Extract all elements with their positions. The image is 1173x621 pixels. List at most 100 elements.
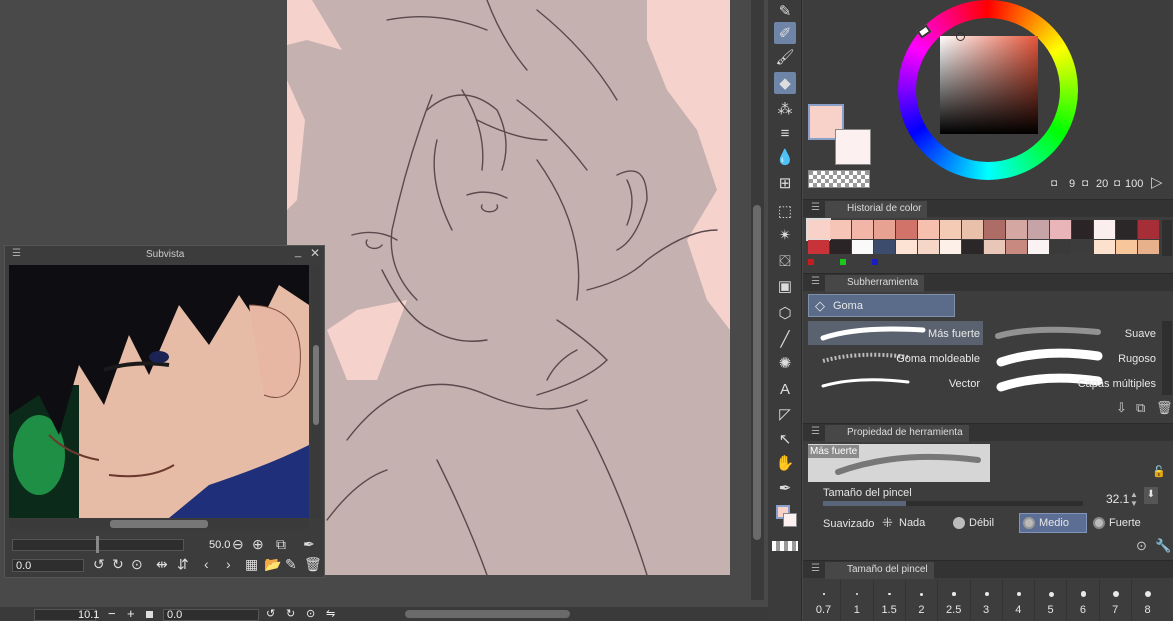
color-history-swatch[interactable] xyxy=(830,240,851,254)
sv-picker-cursor[interactable] xyxy=(956,32,965,41)
trash-icon[interactable]: 🗑 xyxy=(1156,400,1173,416)
color-history-swatch[interactable] xyxy=(962,220,983,239)
text-icon[interactable]: A xyxy=(774,378,796,400)
color-history-swatch[interactable] xyxy=(1028,240,1049,254)
brush-size-preset[interactable]: 1 xyxy=(840,580,871,621)
brush-size-preset[interactable]: 0.7 xyxy=(808,580,839,621)
canvas-vertical-scroll-thumb[interactable] xyxy=(753,205,761,540)
brush-size-preset[interactable]: 1.5 xyxy=(872,580,904,621)
brush-icon[interactable]: 🖌 xyxy=(774,46,796,68)
subtool-item-vector[interactable]: Vector xyxy=(808,371,983,395)
saturation-value-square[interactable] xyxy=(940,36,1038,134)
rotate-right-icon[interactable]: ↻ xyxy=(112,556,124,573)
color-history-swatch[interactable] xyxy=(1094,220,1115,239)
brush-size-preset[interactable]: 8 xyxy=(1131,580,1162,621)
canvas-artwork[interactable] xyxy=(287,0,730,575)
eyedropper-icon[interactable]: ✒ xyxy=(303,536,315,553)
color-history-swatch[interactable] xyxy=(896,220,917,239)
zoom-out-icon[interactable]: ⊖ xyxy=(232,536,244,553)
color-history-swatch[interactable] xyxy=(1094,240,1115,254)
duplicate-icon[interactable]: ⧉ xyxy=(1136,400,1145,416)
brush-size-value[interactable]: 32.1 xyxy=(1106,492,1129,506)
pen-icon[interactable]: ✎ xyxy=(774,0,796,22)
airbrush-icon[interactable]: ⁂ xyxy=(774,98,796,120)
subview-horizontal-scroll-thumb[interactable] xyxy=(110,520,208,528)
menu-icon[interactable]: ☰ xyxy=(811,426,820,437)
smoothing-option-medio[interactable]: Medio xyxy=(1019,513,1087,533)
color-history-swatch[interactable] xyxy=(1116,220,1137,239)
subtool-scrollbar[interactable] xyxy=(1162,321,1172,395)
brush-size-preset[interactable]: 6 xyxy=(1066,580,1097,621)
import-icon[interactable]: ⇩ xyxy=(1116,400,1127,416)
play-icon[interactable]: ▷ xyxy=(1151,173,1163,191)
zoom-out-icon[interactable]: − xyxy=(108,606,116,621)
brush-size-preset[interactable]: 2 xyxy=(904,580,936,621)
object-select-icon[interactable]: ↖ xyxy=(774,428,796,450)
color-history-swatch[interactable] xyxy=(1138,240,1159,254)
tab-subtool[interactable]: Subherramienta xyxy=(825,275,925,292)
subtool-item-mas-fuerte[interactable]: Más fuerte xyxy=(808,321,983,345)
color-history-swatch[interactable] xyxy=(830,220,851,239)
close-icon[interactable]: ✕ xyxy=(310,246,320,260)
frame-icon[interactable]: ◸ xyxy=(774,403,796,425)
color-history-swatch[interactable] xyxy=(918,220,939,239)
subtool-item-capas-multiples[interactable]: Capas múltiples xyxy=(985,371,1160,395)
fit-view-icon[interactable] xyxy=(146,611,153,618)
blend-icon[interactable]: 💧 xyxy=(774,146,796,168)
color-history-swatch[interactable] xyxy=(940,220,961,239)
smoothing-option-fuerte[interactable]: Fuerte xyxy=(1090,513,1156,533)
brush-size-preset[interactable]: 5 xyxy=(1034,580,1065,621)
previous-image-icon[interactable]: ‹ xyxy=(204,556,209,572)
color-history-swatch[interactable] xyxy=(806,218,831,241)
smoothing-option-nada[interactable]: ⁜ Nada xyxy=(880,513,946,533)
auto-select-icon[interactable]: ✴ xyxy=(774,224,796,246)
wrench-icon[interactable]: 🔧 xyxy=(1155,538,1171,554)
edit-icon[interactable]: ✎ xyxy=(285,556,297,573)
tab-color-history[interactable]: Historial de color xyxy=(825,201,928,218)
lock-icon[interactable]: 🔓 xyxy=(1152,465,1166,478)
brush-size-preset[interactable]: 7 xyxy=(1098,580,1130,621)
color-history-swatch[interactable] xyxy=(962,240,983,254)
history-scrollbar[interactable] xyxy=(1162,220,1172,256)
color-history-swatch[interactable] xyxy=(1006,220,1027,239)
rotate-right-icon[interactable]: ↻ xyxy=(286,607,295,620)
subtool-item-rugoso[interactable]: Rugoso xyxy=(985,346,1160,370)
zoom-in-icon[interactable]: + xyxy=(127,606,135,621)
pencil-icon[interactable]: ✐ xyxy=(774,22,796,44)
open-folder-icon[interactable]: 📂 xyxy=(264,556,281,573)
subview-vertical-scroll-thumb[interactable] xyxy=(313,345,319,425)
reset-icon[interactable]: ⊙ xyxy=(1136,538,1147,554)
next-image-icon[interactable]: › xyxy=(226,556,231,572)
line-icon[interactable]: ╱ xyxy=(774,328,796,350)
selection-icon[interactable]: ⬚ xyxy=(774,200,796,222)
color-history-swatch[interactable] xyxy=(984,220,1005,239)
decoration-icon[interactable]: ≡ xyxy=(774,122,796,144)
menu-icon[interactable]: ☰ xyxy=(811,276,820,287)
eyedropper-icon[interactable]: ✒ xyxy=(774,477,796,499)
effect-lines-icon[interactable]: ✺ xyxy=(774,352,796,374)
color-history-swatch[interactable] xyxy=(852,220,873,239)
color-history-swatch[interactable] xyxy=(984,240,1005,254)
rotate-left-icon[interactable]: ↺ xyxy=(93,556,105,573)
brush-size-slider[interactable] xyxy=(823,501,1083,506)
brush-size-preset[interactable]: 2.5 xyxy=(937,580,968,621)
color-history-swatch[interactable] xyxy=(874,240,895,254)
thumbnail-grid-icon[interactable]: ▦ xyxy=(245,556,258,573)
eraser-icon[interactable]: ◆ xyxy=(774,72,796,94)
color-history-grid[interactable] xyxy=(806,218,1160,256)
color-history-swatch[interactable] xyxy=(896,240,917,254)
flip-horizontal-icon[interactable]: ⇋ xyxy=(326,607,335,620)
subview-reference-image[interactable] xyxy=(9,265,309,518)
fit-window-icon[interactable]: ⧉ xyxy=(276,536,286,553)
color-history-swatch[interactable] xyxy=(1050,220,1071,239)
operation-icon[interactable]: ⬡ xyxy=(774,302,796,324)
minimize-icon[interactable]: _ xyxy=(295,246,301,258)
reset-rotation-icon[interactable]: ⊙ xyxy=(131,556,143,573)
sub-color-chip[interactable] xyxy=(783,513,797,527)
menu-icon[interactable]: ☰ xyxy=(811,202,820,213)
menu-icon[interactable]: ☰ xyxy=(811,563,820,574)
transparent-color-swatch[interactable] xyxy=(808,170,870,188)
canvas-horizontal-scroll-thumb[interactable] xyxy=(405,610,570,618)
subview-zoom-slider-handle[interactable] xyxy=(96,536,99,553)
tab-brush-size[interactable]: Tamaño del pincel xyxy=(825,562,934,579)
